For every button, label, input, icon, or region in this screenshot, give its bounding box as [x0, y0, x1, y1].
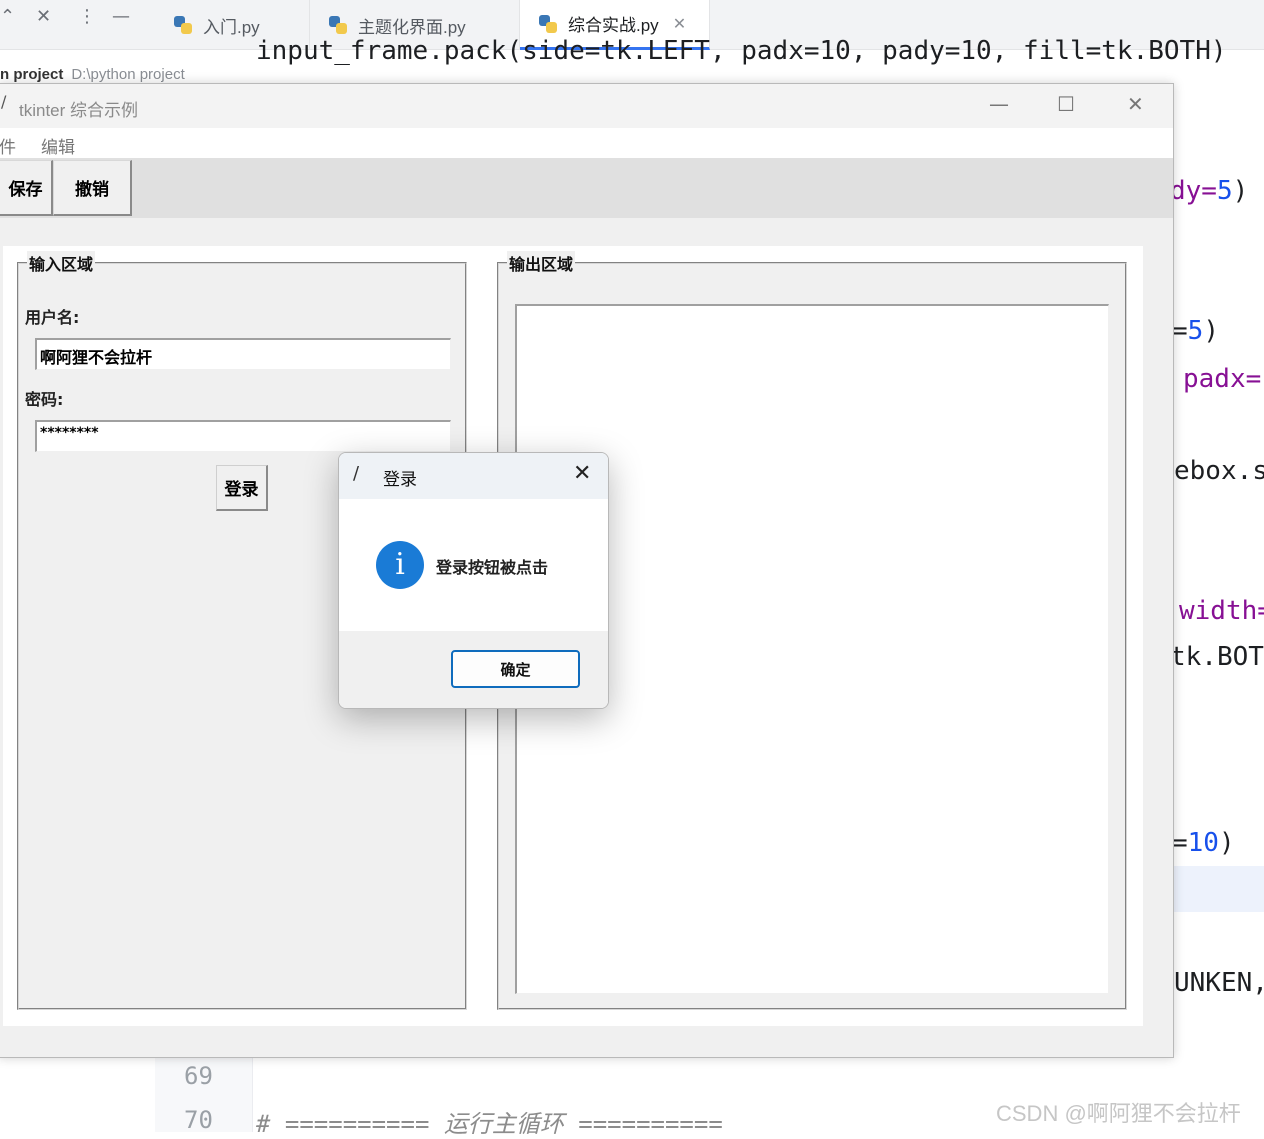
code-token: 5 — [1187, 316, 1204, 346]
code-token: = — [1172, 828, 1188, 858]
project-name: n project — [0, 66, 64, 83]
toolbar: 保存 撤销 — [0, 158, 1173, 218]
menu-bar: 件 编辑 — [0, 128, 1173, 158]
close-tab-icon[interactable]: ✕ — [673, 14, 686, 34]
collapse-icon[interactable]: ✕ — [36, 6, 51, 27]
current-line-highlight — [1174, 866, 1264, 912]
password-input[interactable]: ******** — [35, 420, 451, 452]
dialog-title: 登录 — [383, 470, 417, 490]
code-token: ) — [1218, 828, 1235, 858]
python-file-icon — [538, 14, 558, 34]
feather-icon: / — [1, 92, 7, 111]
username-input[interactable]: 啊阿狸不会拉杆 — [35, 338, 451, 370]
close-icon[interactable]: ✕ — [1127, 92, 1144, 116]
code-token: dy= — [1170, 176, 1217, 206]
dialog-titlebar[interactable]: / 登录 ✕ — [339, 453, 608, 499]
feather-icon: / — [353, 463, 360, 484]
tab-label: 入门.py — [203, 17, 260, 37]
code-fragment: dy=5) — [1170, 176, 1248, 206]
maximize-icon[interactable]: ☐ — [1057, 92, 1075, 116]
expand-icon[interactable]: ⌃ — [0, 6, 15, 27]
code-fragment: ebox.s — [1174, 456, 1264, 486]
login-button[interactable]: 登录 — [216, 465, 268, 511]
code-token: ) — [1232, 176, 1249, 206]
dialog-footer: 确定 — [339, 631, 608, 708]
window-title: tkinter 综合示例 — [19, 101, 139, 120]
info-icon: i — [376, 541, 424, 589]
save-button[interactable]: 保存 — [0, 160, 53, 216]
code-token: ) — [1203, 316, 1219, 346]
code-token: 10 — [1187, 828, 1219, 858]
more-options-icon[interactable]: ⋮ — [78, 6, 96, 27]
watermark: CSDN @啊阿狸不会拉杆 — [996, 1101, 1241, 1126]
input-frame-legend: 输入区域 — [27, 251, 96, 275]
menu-edit[interactable]: 编辑 — [41, 133, 75, 158]
menu-file[interactable]: 件 — [0, 133, 16, 158]
code-token: 5 — [1216, 176, 1233, 206]
undo-button[interactable]: 撤销 — [53, 160, 132, 216]
python-file-icon — [173, 15, 193, 35]
code-fragment: =5) — [1172, 316, 1219, 346]
minimize-panel-icon[interactable]: — — [112, 6, 130, 27]
code-comment: # ========== 运行主循环 ========== — [256, 1110, 723, 1138]
output-frame-legend: 输出区域 — [507, 251, 576, 275]
code-fragment: width= — [1179, 596, 1264, 626]
window-titlebar[interactable]: / tkinter 综合示例 — ☐ ✕ — [0, 84, 1173, 128]
code-fragment: UNKEN, — [1174, 968, 1264, 998]
password-label: 密码: — [25, 390, 64, 409]
python-file-icon — [328, 15, 348, 35]
ok-button[interactable]: 确定 — [451, 650, 580, 688]
tab-label: 主题化界面.py — [358, 17, 466, 37]
project-path: D:\python project — [71, 66, 185, 83]
tab-label: 综合实战.py — [568, 16, 659, 35]
close-icon[interactable]: ✕ — [573, 461, 591, 486]
code-fragment: tk.BOT — [1170, 642, 1264, 672]
minimize-icon[interactable]: — — [989, 92, 1009, 116]
code-token: = — [1172, 316, 1188, 346]
project-header: n project D:\python project — [0, 66, 185, 83]
code-line-top: input_frame.pack(side=tk.LEFT, padx=10, … — [256, 36, 1227, 66]
dialog-message: 登录按钮被点击 — [436, 558, 549, 577]
line-number: 69 — [184, 1062, 213, 1090]
line-number: 70 — [184, 1106, 213, 1134]
info-dialog: / 登录 ✕ i 登录按钮被点击 确定 — [338, 452, 609, 709]
username-label: 用户名: — [25, 308, 80, 327]
code-fragment: =10) — [1172, 828, 1235, 858]
code-fragment: padx= — [1183, 364, 1262, 394]
